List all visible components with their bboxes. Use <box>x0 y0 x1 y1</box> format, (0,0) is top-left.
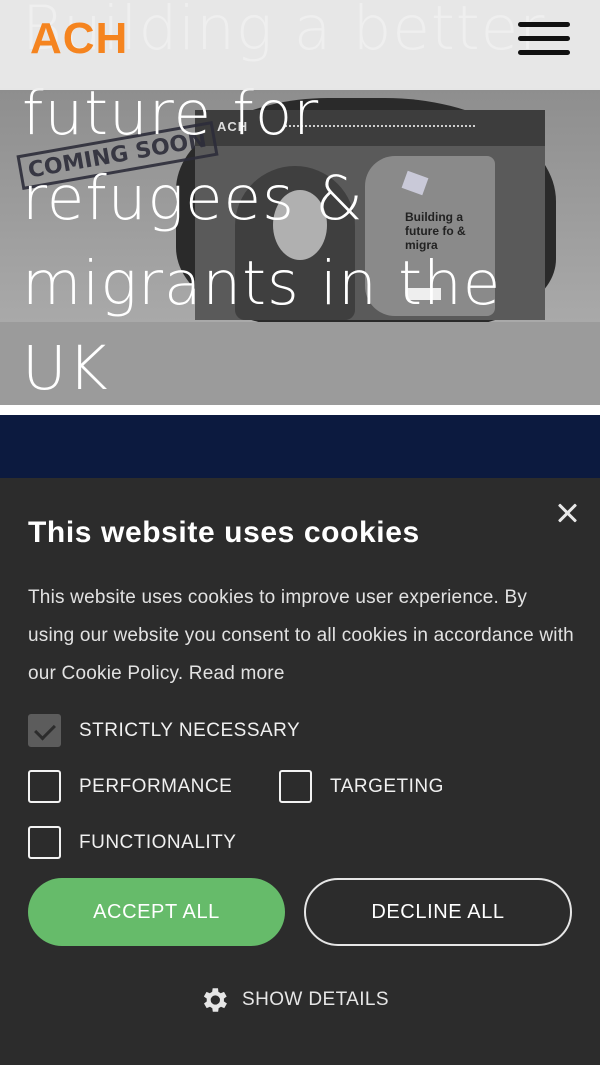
option-label: Functionality <box>79 831 237 853</box>
option-functionality[interactable]: Functionality <box>28 826 236 859</box>
functionality-checkbox[interactable] <box>28 826 61 859</box>
hamburger-menu-button[interactable] <box>514 20 572 60</box>
gear-icon <box>203 988 227 1012</box>
decline-all-button[interactable]: DECLINE ALL <box>304 878 572 946</box>
navy-section <box>0 415 600 485</box>
cookie-consent-panel: This website uses cookies This website u… <box>0 478 600 1065</box>
cookie-description: This website uses cookies to improve use… <box>28 579 578 693</box>
option-performance[interactable]: Performance <box>28 770 232 803</box>
option-strictly-necessary[interactable]: Strictly necessary <box>28 714 300 747</box>
cookie-title: This website uses cookies <box>28 516 420 549</box>
option-label: Strictly necessary <box>79 719 301 741</box>
accept-all-button[interactable]: ACCEPT ALL <box>28 878 285 946</box>
show-details-button[interactable]: SHOW DETAILS <box>198 984 389 1016</box>
site-logo[interactable]: ACH <box>30 14 128 64</box>
targeting-checkbox[interactable] <box>279 770 312 803</box>
close-icon[interactable] <box>550 496 584 530</box>
option-label: Targeting <box>330 775 444 797</box>
option-label: Performance <box>79 775 233 797</box>
option-targeting[interactable]: Targeting <box>279 770 444 803</box>
read-more-link[interactable]: Read more <box>189 663 285 684</box>
show-details-label: SHOW DETAILS <box>242 989 389 1010</box>
cookie-description-text: This website uses cookies to improve use… <box>28 587 574 684</box>
logo-text: ACH <box>30 14 129 63</box>
site-header: ACH <box>0 0 600 90</box>
section-divider <box>0 405 600 415</box>
strictly-necessary-checkbox[interactable] <box>28 714 61 747</box>
performance-checkbox[interactable] <box>28 770 61 803</box>
